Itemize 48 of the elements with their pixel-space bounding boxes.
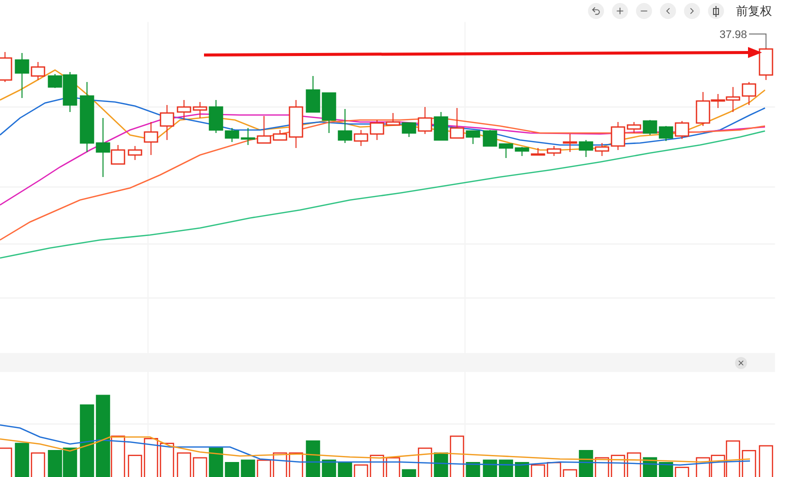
volume-bar <box>0 448 12 477</box>
close-icon <box>737 358 745 366</box>
volume-bar <box>530 464 546 477</box>
volume-bar <box>658 462 674 477</box>
plus-icon <box>615 6 625 16</box>
candlestick <box>578 140 594 158</box>
volume-bar <box>758 445 774 477</box>
volume-bar <box>62 448 78 477</box>
volume-bar <box>160 442 174 477</box>
volume-bar <box>48 450 62 477</box>
price-label: 37.98 <box>719 29 747 41</box>
undo-icon <box>591 6 601 16</box>
close-button[interactable] <box>735 356 747 368</box>
leader-line <box>748 34 766 48</box>
candlestick <box>658 126 674 142</box>
volume-bar <box>482 460 498 477</box>
volume-bar <box>30 452 46 477</box>
volume-bar <box>256 460 272 477</box>
candlestick <box>160 104 174 140</box>
candlestick-button[interactable] <box>708 3 724 19</box>
scroll-left-button[interactable] <box>660 3 676 19</box>
candlestick <box>306 76 320 113</box>
candlestick <box>530 148 546 156</box>
volume-bar <box>674 466 690 477</box>
candlestick <box>434 112 448 141</box>
candlestick <box>322 92 336 134</box>
volume-bar <box>288 452 304 477</box>
candlestick <box>674 120 690 140</box>
adjust-mode-button[interactable]: 前复权 <box>732 2 772 20</box>
candlestick <box>80 82 94 152</box>
scroll-right-button[interactable] <box>684 3 700 19</box>
volume-bar <box>626 452 642 477</box>
zoom-in-button[interactable] <box>612 3 628 19</box>
candlestick-icon <box>712 6 720 16</box>
volume-bar <box>176 452 192 477</box>
candlestick <box>0 52 12 82</box>
volume-bar <box>14 442 30 477</box>
volume-bar <box>594 457 610 477</box>
volume-bar <box>338 462 352 477</box>
candlestick <box>642 120 658 136</box>
zoom-out-button[interactable] <box>636 3 652 19</box>
candlestick <box>742 82 756 106</box>
volume-bar <box>742 450 756 477</box>
volume-bar <box>514 462 530 477</box>
candlestick <box>482 130 498 147</box>
candlestick <box>176 100 192 120</box>
undo-button[interactable] <box>588 3 604 19</box>
volume-bar <box>240 460 256 477</box>
